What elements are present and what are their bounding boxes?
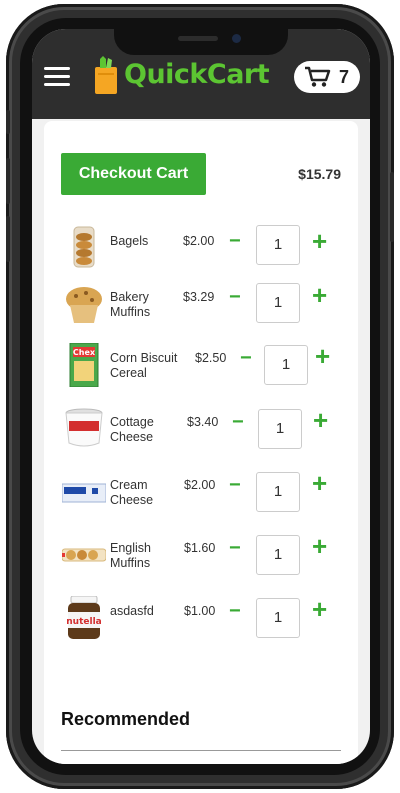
cart-total: $15.79 <box>298 166 341 182</box>
checkout-button[interactable]: Checkout Cart <box>61 153 206 195</box>
item-name: Cottage Cheese <box>110 415 154 444</box>
svg-text:Chex: Chex <box>73 348 96 357</box>
english-muffins-image <box>61 533 107 577</box>
quantity-field[interactable]: 1 <box>256 535 300 575</box>
shopping-bag-logo-icon <box>95 56 117 94</box>
increase-qty-button[interactable]: + <box>312 470 327 496</box>
phone-volume-up <box>6 158 10 204</box>
item-price: $3.29 <box>183 290 215 304</box>
speaker-grille <box>178 36 218 41</box>
quantity-field[interactable]: 1 <box>258 409 302 449</box>
cottage-cheese-image <box>62 407 106 451</box>
decrease-qty-button[interactable]: − <box>229 475 241 495</box>
item-name: Corn Biscuit Cereal <box>110 351 178 380</box>
cart-button[interactable]: 7 <box>294 61 360 93</box>
decrease-qty-button[interactable]: − <box>229 287 241 307</box>
increase-qty-button[interactable]: + <box>312 282 327 308</box>
item-name: Cream Cheese <box>110 478 154 507</box>
chex-box-image: Chex <box>62 342 106 388</box>
phone-side-button <box>6 110 10 134</box>
decrease-qty-button[interactable]: − <box>232 412 244 432</box>
app-screen: QuickCart 7 Checkout Cart $15.79 Bagels … <box>32 29 370 764</box>
quantity-field[interactable]: 1 <box>256 472 300 512</box>
muffin-image <box>62 283 106 327</box>
phone-volume-down <box>6 216 10 262</box>
decrease-qty-button[interactable]: − <box>229 601 241 621</box>
item-name: Bakery Muffins <box>110 290 151 319</box>
front-camera <box>232 34 241 43</box>
cream-cheese-image <box>61 470 107 514</box>
quantity-field[interactable]: 1 <box>256 598 300 638</box>
increase-qty-button[interactable]: + <box>313 407 328 433</box>
item-price: $2.50 <box>195 351 227 365</box>
quickcart-logo[interactable]: QuickCart <box>94 53 272 99</box>
increase-qty-button[interactable]: + <box>312 533 327 559</box>
increase-qty-button[interactable]: + <box>312 228 327 254</box>
quantity-field[interactable]: 1 <box>256 225 300 265</box>
hamburger-menu-icon[interactable] <box>44 67 70 87</box>
item-name: asdasfd <box>110 604 154 618</box>
decrease-qty-button[interactable]: − <box>229 231 241 251</box>
section-divider <box>61 750 341 751</box>
item-name: Bagels <box>110 234 149 248</box>
svg-text:nutella: nutella <box>66 617 101 627</box>
decrease-qty-button[interactable]: − <box>229 538 241 558</box>
nutella-jar-image: nutella <box>62 595 106 640</box>
item-price: $1.00 <box>184 604 216 618</box>
increase-qty-button[interactable]: + <box>315 343 330 369</box>
recommended-heading: Recommended <box>61 709 191 729</box>
cart-item-row: Bagels $2.00 − 1 + <box>44 219 358 277</box>
item-name: English Muffins <box>110 541 151 570</box>
cart-item-row: nutella asdasfd $1.00 − 1 + <box>44 590 358 648</box>
cart-item-row: Cream Cheese $2.00 − 1 + <box>44 464 358 522</box>
logo-text: QuickCart <box>124 59 270 90</box>
shopping-cart-icon <box>305 66 331 87</box>
item-price: $2.00 <box>184 478 216 492</box>
cart-panel: Checkout Cart $15.79 Bagels $2.00 − 1 + <box>44 121 358 764</box>
quantity-field[interactable]: 1 <box>264 345 308 385</box>
cart-item-row: Bakery Muffins $3.29 − 1 + <box>44 277 358 335</box>
cart-item-row: Chex Corn Biscuit Cereal $2.50 − 1 + <box>44 337 358 395</box>
cart-item-row: Cottage Cheese $3.40 − 1 + <box>44 401 358 459</box>
phone-power-button <box>390 172 394 242</box>
item-price: $3.40 <box>187 415 219 429</box>
decrease-qty-button[interactable]: − <box>240 348 252 368</box>
cart-count-badge: 7 <box>339 67 350 87</box>
quantity-field[interactable]: 1 <box>256 283 300 323</box>
phone-notch <box>114 29 288 55</box>
cart-item-row: English Muffins $1.60 − 1 + <box>44 527 358 585</box>
item-price: $2.00 <box>183 234 215 248</box>
increase-qty-button[interactable]: + <box>312 596 327 622</box>
item-price: $1.60 <box>184 541 216 555</box>
bagels-image <box>62 225 106 269</box>
